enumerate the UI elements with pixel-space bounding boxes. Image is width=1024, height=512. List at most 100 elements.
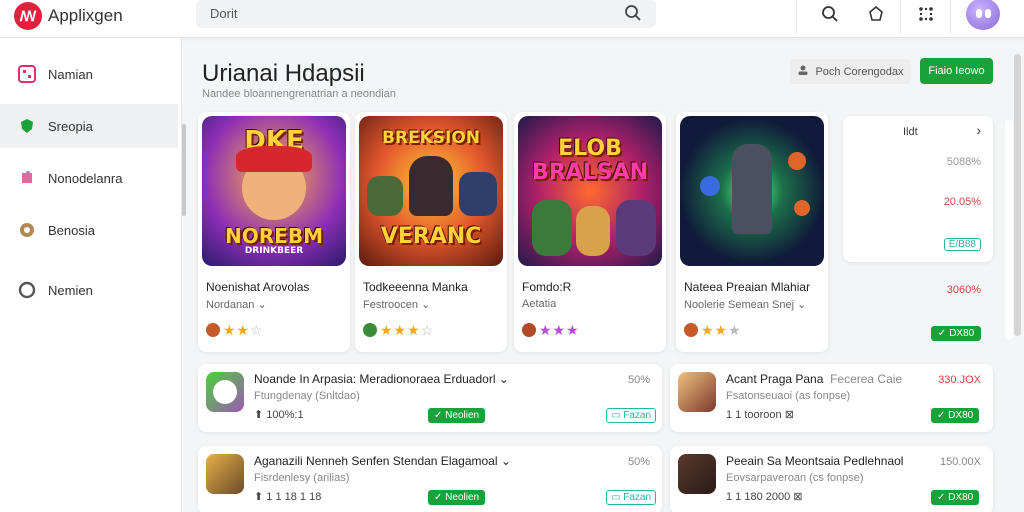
game-card[interactable]: DKE NOREBM DRINKBEER Noenishat Arovolas … [198,112,350,352]
game-card[interactable]: Nateea Preaian Mlahiar Noolerie Semean S… [676,112,828,352]
item-name: Acant Praga Pana Fecerea Caie [726,372,903,386]
stat-badge: E/B88 [943,238,981,251]
search-bar[interactable]: Dorit [196,0,656,28]
shield-icon [18,117,36,135]
stat-value: 5088% [946,156,981,168]
app-logo-icon[interactable]: ꟿ [14,2,42,30]
list-item[interactable]: Acant Praga Pana Fecerea Caie Fsatonseua… [670,364,993,432]
orb-art [788,152,806,170]
sidebar-item-label: Nonodelanra [48,170,123,186]
thumb-title: BREKSION [381,128,481,148]
sidebar-item-label: Benosia [48,222,95,238]
chat-icon [18,221,36,239]
rating: ★★★ [522,322,580,339]
top-bar: ꟿ Applixgen Dorit [0,0,1024,38]
secondary-button-label: Poch Corengodax [815,65,904,78]
status-badge[interactable]: ✓ DX80 [931,408,980,423]
puzzle-icon [18,169,36,187]
rating-avatar-icon [206,323,220,337]
item-subtitle: Fsatonseuaoi (as fonpse) [726,390,851,402]
item-subtitle: Fisrdenlesy (arilias) [254,472,350,484]
rating: ★★★ [684,322,742,339]
main-scrollbar[interactable] [1014,54,1021,336]
item-price: 50% [627,456,650,468]
rating-avatar-icon [684,323,698,337]
app-icon [206,454,244,494]
apps-icon[interactable] [908,0,944,28]
character-art [532,200,572,256]
character-art [732,144,772,234]
list-item[interactable]: Aganazili Nenneh Senfen Stendan Elagamoa… [198,446,662,512]
status-badge[interactable]: ✓ Neolien [428,490,486,505]
game-name: Fomdo:R [522,280,572,294]
grid-icon [18,65,36,83]
app-icon [678,372,716,412]
page-title: Urianai Hdapsii [202,60,365,87]
status-badge[interactable]: ✓ DX80 [931,490,980,505]
primary-button[interactable]: Fiaio Ieowo [920,58,993,84]
game-category[interactable]: Aetatia [522,298,556,310]
game-category[interactable]: Nordanan ⌄ [206,298,267,311]
item-subtitle: Ftungdenay (Snltdao) [254,390,360,402]
stats-header: Ildt [903,126,918,138]
stat-value: 20.05% [943,196,981,208]
chevron-right-icon[interactable]: › [976,122,981,138]
page-subtitle: Nandee bloannengrenatrian a neondian [202,88,396,100]
item-subtitle: Eovsarpaveroan (cs fonpse) [726,472,864,484]
item-name: Noande In Arpasia: Meradionoraea Erduado… [254,372,509,386]
sidebar-item-namian[interactable]: Namian [0,52,178,96]
sidebar-item-nonodelanra[interactable]: Nonodelanra [0,156,178,200]
sidebar-item-label: Sreopia [48,118,93,134]
sidebar-item-sreopia[interactable]: Sreopia [0,104,178,148]
secondary-button[interactable]: Poch Corengodax [790,59,911,84]
search-icon[interactable] [624,4,642,27]
app-brand: Applixgen [48,6,123,25]
search-input[interactable]: Dorit [210,6,237,21]
circle-icon [18,281,36,299]
thumb-subtitle: VERANC [380,224,482,249]
sidebar-item-label: Nemien [48,282,93,298]
status-badge[interactable]: ✓ Neolien [428,408,486,423]
list-item[interactable]: Peeain Sa Meontsaia Pedlehnaol Eovsarpav… [670,446,993,512]
sidebar-scrollbar[interactable] [182,124,186,216]
sidebar-item-label: Namian [48,66,93,82]
item-price: 150.00X [940,456,981,468]
game-name: Nateea Preaian Mlahiar [684,280,811,294]
secondary-badge[interactable]: ▭ Fazan [606,408,657,423]
rating: ★★☆ [206,322,264,339]
game-thumbnail: ELOB BRALSAN [518,116,662,266]
orb-art [700,176,720,196]
thumb-subtitle: NOREBM [225,224,323,248]
game-card[interactable]: BREKSION VERANC Todkeeenna Manka Festroo… [355,112,507,352]
search-icon[interactable] [812,0,848,28]
status-badge[interactable]: ✓ DX80 [931,326,981,341]
orb-art [794,200,810,216]
sidebar-item-nemien[interactable]: Nemien [0,268,178,312]
game-card[interactable]: ELOB BRALSAN Fomdo:R Aetatia ★★★ [514,112,666,352]
game-category[interactable]: Noolerie Semean Snej ⌄ [684,298,806,311]
item-meta: 1 1 180 2000 ⊠ [726,491,803,503]
item-meta: ⬆ 1 1 18 1 18 [254,491,322,503]
side-panel-edge [1005,120,1013,340]
item-meta: ⬆ 100%:1 [254,409,304,421]
game-thumbnail: BREKSION VERANC [359,116,503,266]
app-icon [206,372,244,412]
divider [900,0,901,34]
game-name: Noenishat Arovolas [206,280,310,294]
game-category[interactable]: Festroocen ⌄ [363,298,430,311]
secondary-badge[interactable]: ▭ Fazan [606,490,657,505]
game-thumbnail: DKE NOREBM DRINKBEER [202,116,346,266]
divider [796,0,797,34]
sidebar-item-benosia[interactable]: Benosia [0,208,178,252]
thumb-title: ELOB [558,136,622,161]
list-item[interactable]: Noande In Arpasia: Meradionoraea Erduado… [198,364,662,432]
rating-avatar-icon [363,323,377,337]
item-name: Peeain Sa Meontsaia Pedlehnaol [726,454,904,468]
stat-value: 3060% [946,284,981,296]
game-name: Todkeeenna Manka [363,280,468,294]
notification-icon[interactable] [858,0,894,28]
divider [950,0,951,34]
avatar[interactable] [966,0,1000,30]
character-art [409,156,453,216]
game-thumbnail [680,116,824,266]
